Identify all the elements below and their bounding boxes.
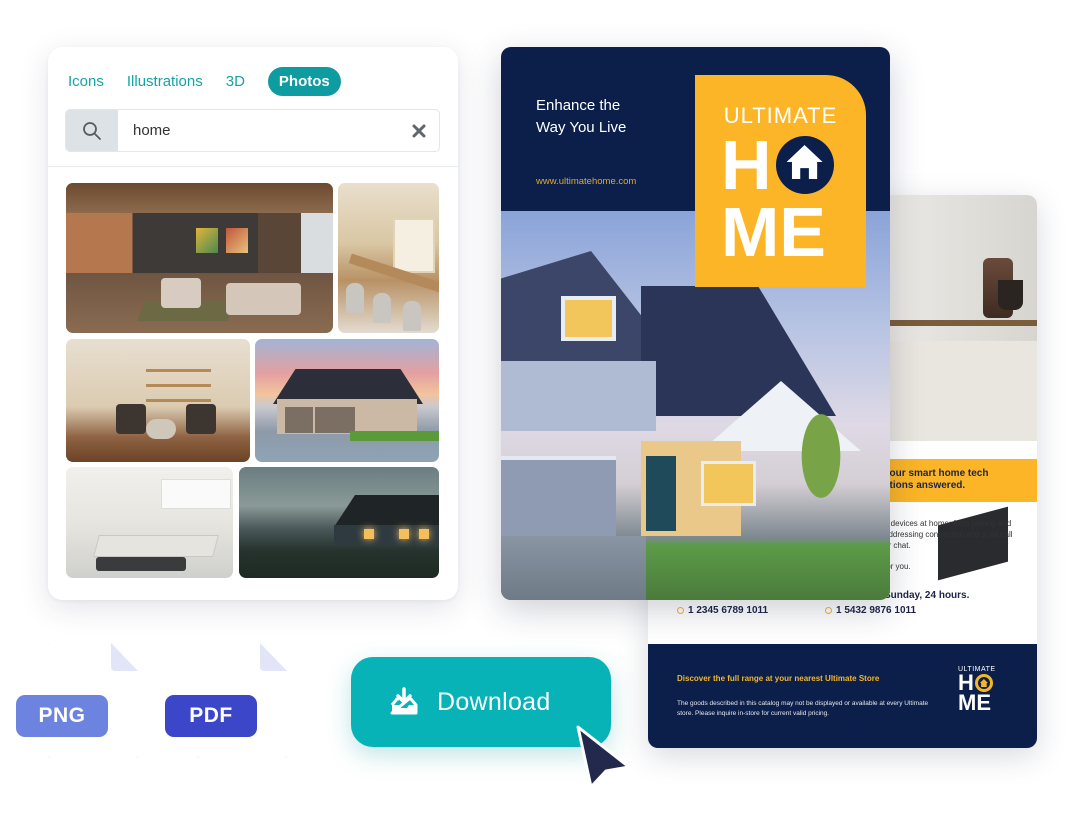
footer-disclaimer: The goods described in this catalog may … xyxy=(677,700,929,717)
close-icon xyxy=(412,124,426,137)
phone-icon xyxy=(677,607,684,614)
tab-icons[interactable]: Icons xyxy=(68,73,104,90)
home-icon xyxy=(974,674,993,692)
download-icon xyxy=(390,687,418,715)
search-bar xyxy=(65,109,440,152)
home-icon xyxy=(775,136,834,194)
pdf-badge[interactable]: PDF xyxy=(165,695,257,737)
faq-banner-text: your smart home tech stions answered. xyxy=(884,468,989,491)
pdf-file-option[interactable]: PDF xyxy=(165,643,287,758)
ultimate-home-logo: ULTIMATE H ME xyxy=(695,75,866,287)
support-hours: Sunday, 24 hours. xyxy=(884,590,970,601)
brochure-tagline: Enhance the Way You Live xyxy=(536,97,627,136)
search-button[interactable] xyxy=(66,110,118,151)
ultimate-home-logo-small: ULTIMATE H ME xyxy=(958,666,996,715)
png-file-option[interactable]: PNG xyxy=(16,643,138,758)
mouse-pointer-icon xyxy=(576,725,631,789)
png-badge[interactable]: PNG xyxy=(16,695,108,737)
footer-title: Discover the full range at your nearest … xyxy=(677,674,880,683)
photo-result-house-sunset[interactable] xyxy=(255,339,439,462)
asset-type-tabs: Icons Illustrations 3D Photos xyxy=(68,66,341,96)
photo-result-boho-room[interactable] xyxy=(66,339,250,462)
phone-number-1: 1 2345 6789 1011 xyxy=(677,605,768,616)
phone-number-2: 1 5432 9876 1011 xyxy=(825,605,916,616)
brochure-url: www.ultimatehome.com xyxy=(536,176,637,187)
clear-search-button[interactable] xyxy=(399,110,439,151)
support-description: d devices at home: from pairing and addr… xyxy=(884,519,1013,550)
photo-result-house-dusk[interactable] xyxy=(239,467,439,578)
search-icon xyxy=(83,121,101,140)
tab-photos[interactable]: Photos xyxy=(267,66,341,96)
tab-3d[interactable]: 3D xyxy=(226,73,245,90)
download-label: Download xyxy=(437,687,551,716)
brochure-front-page: Enhance the Way You Live www.ultimatehom… xyxy=(501,47,890,600)
phone-icon xyxy=(825,607,832,614)
download-button[interactable]: Download xyxy=(351,657,611,747)
asset-search-panel: Icons Illustrations 3D Photos xyxy=(48,47,458,600)
search-input[interactable] xyxy=(118,110,399,151)
photo-result-dining[interactable] xyxy=(338,183,439,333)
divider xyxy=(48,166,458,167)
photo-result-living-room[interactable] xyxy=(66,183,333,333)
photo-result-kitchen[interactable] xyxy=(66,467,233,578)
tab-illustrations[interactable]: Illustrations xyxy=(127,73,203,90)
brochure-footer: Discover the full range at your nearest … xyxy=(648,644,1037,748)
